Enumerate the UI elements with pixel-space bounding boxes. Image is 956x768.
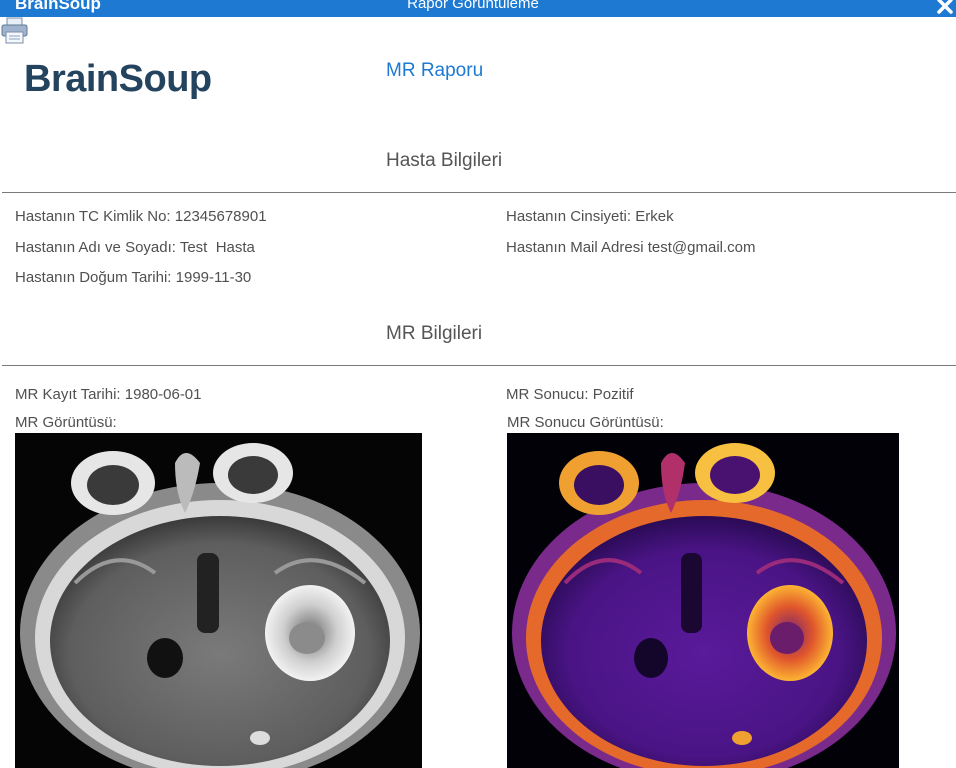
brainsoup-logo: BrainSoup (24, 58, 212, 100)
mr-result-label: MR Sonucu: (506, 386, 589, 403)
patient-tc-row: Hastanın TC Kimlik No: 12345678901 (15, 208, 267, 225)
patient-section-title: Hasta Bilgileri (386, 150, 503, 171)
mail-value: test@gmail.com (647, 239, 756, 256)
patient-mail-row: Hastanın Mail Adresi test@gmail.com (506, 239, 756, 256)
mr-result-image-label: MR Sonucu Görüntüsü: (507, 414, 664, 431)
mr-date-row: MR Kayıt Tarihi: 1980-06-01 (15, 386, 202, 403)
mail-label: Hastanın Mail Adresi (506, 239, 644, 256)
birth-label: Hastanın Doğum Tarihi: (15, 269, 172, 286)
tc-value: 12345678901 (174, 208, 267, 225)
patient-birth-row: Hastanın Doğum Tarihi: 1999-11-30 (15, 269, 251, 286)
mr-section-title: MR Bilgileri (386, 323, 483, 344)
gender-label: Hastanın Cinsiyeti: (506, 208, 632, 225)
mr-result-row: MR Sonucu: Pozitif (506, 386, 634, 403)
mr-date-label: MR Kayıt Tarihi: (15, 386, 121, 403)
mr-image-label: MR Görüntüsü: (15, 414, 117, 431)
window-titlebar: BrainSoup Rapor Görüntüleme (0, 0, 956, 17)
divider (2, 192, 956, 193)
close-icon[interactable] (936, 0, 954, 15)
name-value: Test Hasta (179, 239, 255, 256)
birth-value: 1999-11-30 (175, 269, 252, 286)
report-title: MR Raporu (386, 60, 484, 81)
divider (2, 365, 956, 366)
name-label: Hastanın Adı ve Soyadı: (15, 239, 176, 256)
patient-gender-row: Hastanın Cinsiyeti: Erkek (506, 208, 674, 225)
patient-name-row: Hastanın Adı ve Soyadı: Test Hasta (15, 239, 255, 256)
tc-label: Hastanın TC Kimlik No: (15, 208, 171, 225)
window-title: Rapor Görüntüleme (407, 0, 539, 12)
mr-date-value: 1980-06-01 (124, 386, 202, 403)
printer-icon[interactable] (0, 17, 30, 45)
mr-image (15, 433, 422, 768)
mr-result-value: Pozitif (592, 386, 634, 403)
mr-result-image (507, 433, 899, 768)
gender-value: Erkek (635, 208, 674, 225)
